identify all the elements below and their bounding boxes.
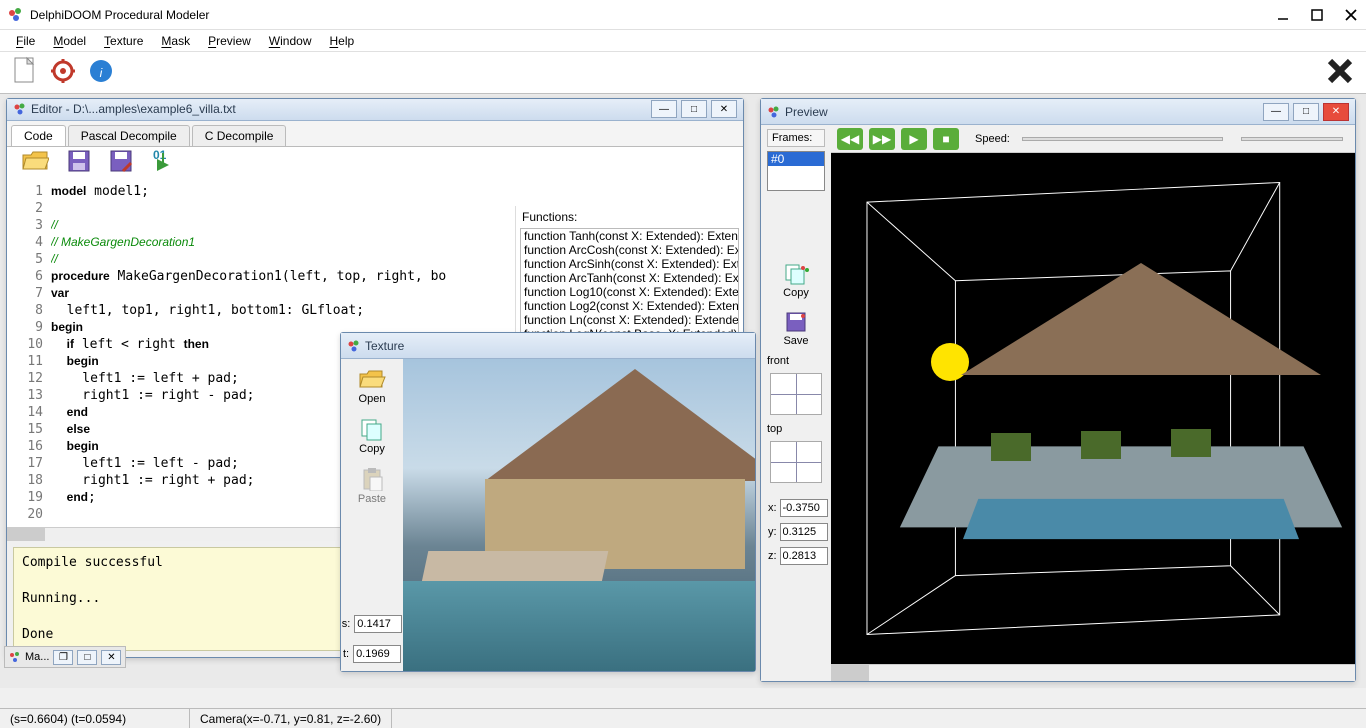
texture-copy-button[interactable]: Copy [357,413,387,459]
mini-close-icon[interactable]: ✕ [101,650,121,665]
render-viewport[interactable] [831,153,1355,664]
compile-run-icon[interactable]: 01 [151,149,177,176]
functions-label: Functions: [516,206,743,228]
titlebar: DelphiDOOM Procedural Modeler [0,0,1366,30]
function-item[interactable]: function Log2(const X: Extended): Extend [521,299,738,313]
preview-copy-button[interactable]: Copy [781,259,811,303]
mini-max-icon[interactable]: □ [77,650,97,665]
save-edit-icon[interactable] [109,149,133,176]
main-toolbar: i [0,52,1366,94]
mini-restore-icon[interactable]: ❐ [53,650,73,665]
menu-file[interactable]: File [8,32,43,50]
settings-gear-icon[interactable] [50,58,76,87]
speed-label: Speed: [975,133,1010,145]
maximize-icon[interactable] [1310,8,1324,22]
texture-open-button[interactable]: Open [356,365,388,409]
top-label: top [767,423,782,435]
preview-save-button[interactable]: Save [781,307,810,351]
preview-maximize-icon[interactable]: □ [1293,103,1319,121]
preview-window: Preview — □ ✕ Frames: #0 Copy Save front… [760,98,1356,682]
editor-minimize-icon[interactable]: — [651,100,677,118]
info-icon[interactable]: i [88,58,114,87]
statusbar: (s=0.6604) (t=0.0594) Camera(x=-0.71, y=… [0,708,1366,728]
status-camera: Camera(x=-0.71, y=0.81, z=-2.60) [190,709,392,728]
menu-window[interactable]: Window [261,32,320,50]
texture-s-input[interactable] [354,615,402,633]
coord-x-input[interactable] [780,499,828,517]
coord-y-input[interactable] [780,523,828,541]
close-app-icon[interactable] [1326,57,1354,88]
play-button[interactable]: ▶ [901,128,927,150]
menu-texture[interactable]: Texture [96,32,151,50]
menu-preview[interactable]: Preview [200,32,259,50]
minimized-window[interactable]: Ma... ❐ □ ✕ [4,646,126,668]
close-icon[interactable] [1344,8,1358,22]
editor-close-icon[interactable]: ✕ [711,100,737,118]
menu-help[interactable]: Help [321,32,362,50]
function-item[interactable]: function Ln(const X: Extended): Extended [521,313,738,327]
top-view-grid[interactable] [770,441,822,483]
function-item[interactable]: function Tanh(const X: Extended): Extend [521,229,738,243]
function-item[interactable]: function ArcSinh(const X: Extended): Ext… [521,257,738,271]
status-st: (s=0.6604) (t=0.0594) [0,709,190,728]
tab-pascal-decompile[interactable]: Pascal Decompile [68,125,190,146]
app-icon [8,7,24,23]
svg-text:i: i [100,66,103,80]
preview-minimize-icon[interactable]: — [1263,103,1289,121]
save-icon[interactable] [67,149,91,176]
menubar: FileModelTextureMaskPreviewWindowHelp [0,30,1366,52]
editor-title: Editor - D:\...amples\example6_villa.txt [31,102,236,116]
function-item[interactable]: function ArcCosh(const X: Extended): Ext [521,243,738,257]
preview-hscroll[interactable] [831,664,1355,681]
frames-label: Frames: [767,129,825,147]
forward-button[interactable]: ▶▶ [869,128,895,150]
menu-model[interactable]: Model [45,32,94,50]
speed-slider-2[interactable] [1241,137,1343,141]
new-file-icon[interactable] [12,56,38,89]
function-item[interactable]: function ArcTanh(const X: Extended): Ext [521,271,738,285]
open-folder-icon[interactable] [21,149,49,176]
texture-title: Texture [365,339,404,353]
stop-button[interactable]: ■ [933,128,959,150]
app-title: DelphiDOOM Procedural Modeler [30,8,1276,22]
coord-z-input[interactable] [780,547,828,565]
texture-paste-button[interactable]: Paste [356,463,388,509]
rewind-button[interactable]: ◀◀ [837,128,863,150]
front-view-grid[interactable] [770,373,822,415]
minimize-icon[interactable] [1276,8,1290,22]
editor-tabs: CodePascal DecompileC Decompile [7,121,743,147]
function-item[interactable]: function Log10(const X: Extended): Exten [521,285,738,299]
preview-title: Preview [785,105,828,119]
texture-image[interactable] [403,359,755,671]
frames-list[interactable]: #0 [767,151,825,191]
svg-text:01: 01 [153,149,167,162]
speed-slider[interactable] [1022,137,1223,141]
tab-code[interactable]: Code [11,125,66,146]
texture-t-input[interactable] [353,645,401,663]
preview-close-icon[interactable]: ✕ [1323,103,1349,121]
menu-mask[interactable]: Mask [153,32,198,50]
editor-maximize-icon[interactable]: □ [681,100,707,118]
front-label: front [767,355,789,367]
tab-c-decompile[interactable]: C Decompile [192,125,287,146]
texture-window: Texture Open Copy Paste s: t: [340,332,756,672]
